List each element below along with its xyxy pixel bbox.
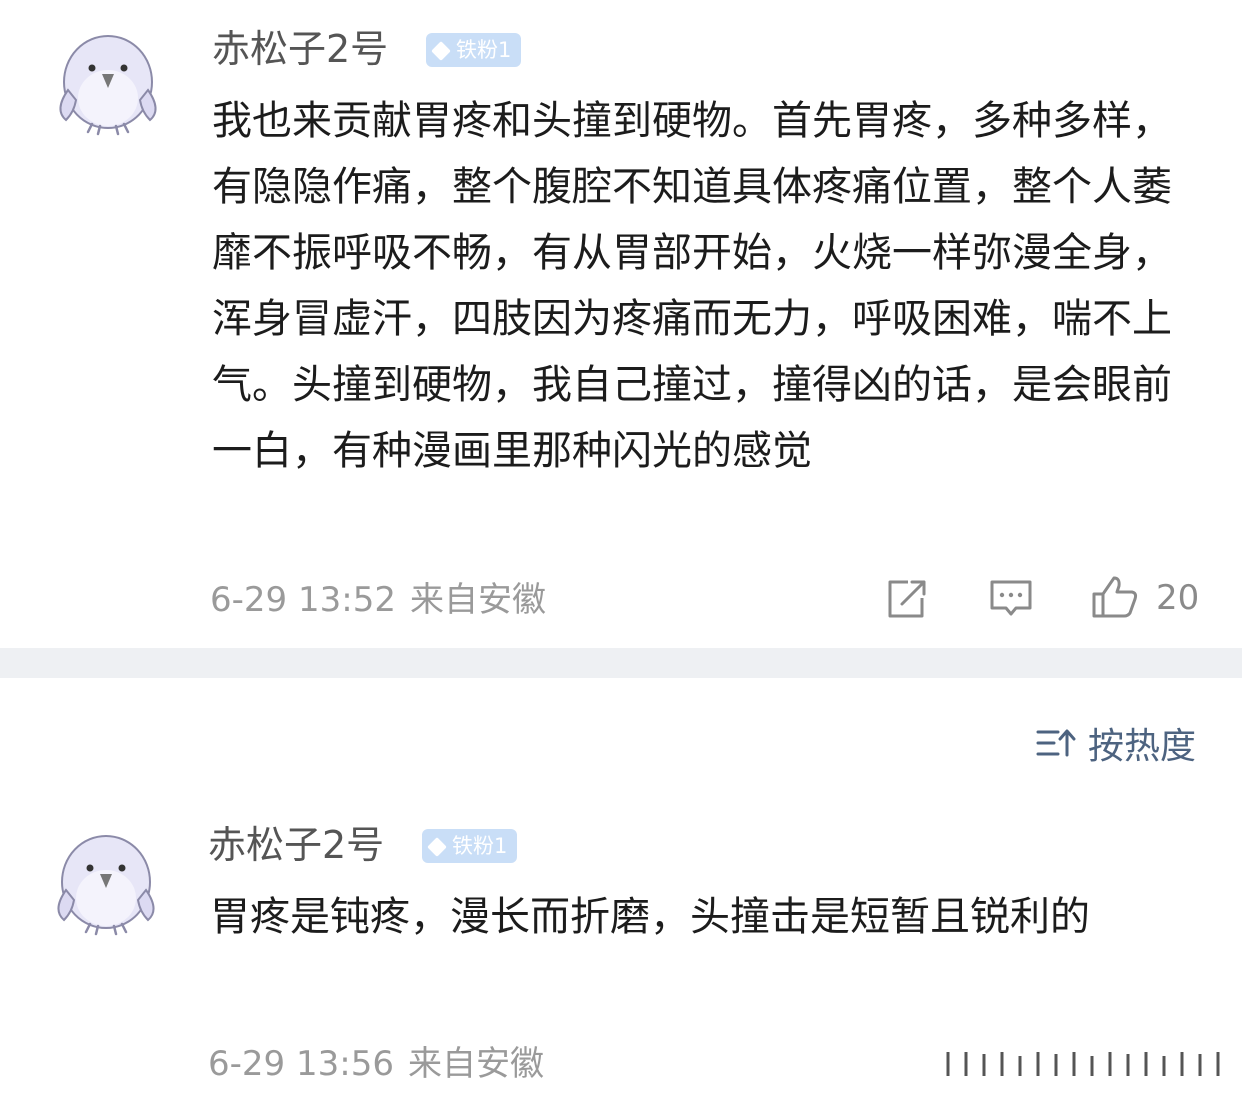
thumbs-up-icon[interactable] bbox=[1090, 574, 1140, 620]
like-count: 20 bbox=[1156, 578, 1200, 618]
avatar[interactable] bbox=[46, 820, 166, 940]
comment-icon[interactable] bbox=[988, 578, 1034, 620]
fan-badge[interactable]: 铁粉1 bbox=[426, 33, 522, 67]
sort-button[interactable]: 按热度 bbox=[1036, 720, 1197, 767]
section-divider bbox=[0, 648, 1242, 678]
fan-badge-label: 铁粉1 bbox=[456, 38, 512, 62]
fan-badge[interactable]: 铁粉1 bbox=[422, 829, 518, 863]
reply-username[interactable]: 赤松子2号 bbox=[208, 822, 384, 868]
diamond-icon bbox=[427, 837, 447, 857]
comment-username[interactable]: 赤松子2号 bbox=[212, 26, 388, 72]
reply-time: 6-29 13:56 bbox=[208, 1044, 394, 1084]
watermark-image bbox=[944, 1048, 1234, 1078]
avatar[interactable] bbox=[48, 20, 168, 140]
diamond-icon bbox=[431, 41, 451, 61]
comment-time: 6-29 13:52 bbox=[210, 580, 396, 620]
share-icon[interactable] bbox=[884, 578, 928, 620]
comment-text: 我也来贡献胃疼和头撞到硬物。首先胃疼，多种多样，有隐隐作痛，整个腹腔不知道具体疼… bbox=[212, 98, 1172, 474]
reply-meta: 6-29 13:56 来自安徽 bbox=[208, 1044, 544, 1084]
comment-meta: 6-29 13:52 来自安徽 bbox=[210, 580, 546, 620]
sort-label: 按热度 bbox=[1088, 726, 1197, 767]
reply-text: 胃疼是钝疼，漫长而折磨，头撞击是短暂且锐利的 bbox=[210, 894, 1090, 940]
comment-location: 来自安徽 bbox=[409, 580, 546, 620]
fan-badge-label: 铁粉1 bbox=[452, 834, 508, 858]
reply-location: 来自安徽 bbox=[407, 1044, 544, 1084]
sort-icon bbox=[1036, 729, 1076, 757]
